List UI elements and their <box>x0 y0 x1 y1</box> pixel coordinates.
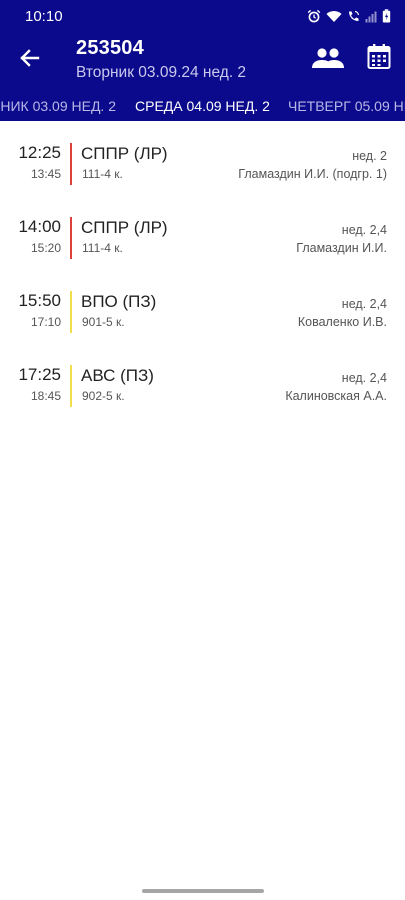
lesson-item[interactable]: 12:25 13:45 СППР (ЛР) 111-4 к. нед. 2 Гл… <box>0 143 405 189</box>
app-bar: 10:10 253504 Вторник 03.09.24 нед. 2 НИК… <box>0 0 405 121</box>
lesson-item[interactable]: 17:25 18:45 АВС (ПЗ) 902-5 к. нед. 2,4 К… <box>0 365 405 411</box>
status-bar: 10:10 <box>0 0 405 32</box>
lesson-start-time: 15:50 <box>18 291 61 310</box>
group-button[interactable] <box>310 44 346 72</box>
battery-icon <box>382 9 391 23</box>
day-tabs: НИК 03.09 НЕД. 2 СРЕДА 04.09 НЕД. 2 ЧЕТВ… <box>0 92 405 121</box>
lesson-start-time: 12:25 <box>18 143 61 162</box>
lesson-type-bar <box>70 291 72 333</box>
page-title: 253504 <box>76 37 144 59</box>
arrow-back-icon <box>20 49 40 67</box>
lesson-weeks: нед. 2,4 <box>341 371 387 385</box>
group-icon <box>312 48 344 68</box>
lesson-start-time: 17:25 <box>18 365 61 384</box>
lesson-type-bar <box>70 217 72 259</box>
lesson-subject: СППР (ЛР) <box>81 218 168 237</box>
lesson-room: 901-5 к. <box>82 315 125 329</box>
back-button[interactable] <box>16 44 44 72</box>
lesson-item[interactable]: 15:50 17:10 ВПО (ПЗ) 901-5 к. нед. 2,4 К… <box>0 291 405 337</box>
tab-wednesday[interactable]: СРЕДА 04.09 НЕД. 2 <box>135 98 270 114</box>
lesson-room: 111-4 к. <box>82 167 123 181</box>
lesson-subject: СППР (ЛР) <box>81 144 168 163</box>
status-time: 10:10 <box>25 8 63 25</box>
lesson-weeks: нед. 2,4 <box>341 297 387 311</box>
lesson-subject: АВС (ПЗ) <box>81 366 154 385</box>
lesson-type-bar <box>70 143 72 185</box>
lesson-end-time: 15:20 <box>30 241 61 255</box>
lesson-weeks: нед. 2,4 <box>341 223 387 237</box>
gesture-nav-handle[interactable] <box>142 889 264 893</box>
calendar-button[interactable] <box>366 42 392 72</box>
lesson-teacher: Гламаздин И.И. <box>296 241 387 255</box>
wifi-icon <box>326 10 342 22</box>
signal-icon <box>365 11 377 22</box>
tab-thursday[interactable]: ЧЕТВЕРГ 05.09 НЕ <box>288 98 405 114</box>
alarm-icon <box>307 9 321 23</box>
lesson-room: 111-4 к. <box>82 241 123 255</box>
lesson-teacher: Гламаздин И.И. (подгр. 1) <box>238 167 387 181</box>
lesson-item[interactable]: 14:00 15:20 СППР (ЛР) 111-4 к. нед. 2,4 … <box>0 217 405 263</box>
tab-tuesday[interactable]: НИК 03.09 НЕД. 2 <box>0 98 116 114</box>
lesson-end-time: 18:45 <box>30 389 61 403</box>
lesson-type-bar <box>70 365 72 407</box>
status-icons <box>307 9 391 23</box>
lesson-teacher: Коваленко И.В. <box>297 315 387 329</box>
lesson-weeks: нед. 2 <box>352 149 387 163</box>
lesson-teacher: Калиновская А.А. <box>285 389 387 403</box>
lesson-subject: ВПО (ПЗ) <box>81 292 157 311</box>
lesson-end-time: 17:10 <box>30 315 61 329</box>
lesson-start-time: 14:00 <box>18 217 61 236</box>
wifi-calling-icon <box>349 10 360 21</box>
lesson-room: 902-5 к. <box>82 389 125 403</box>
lesson-end-time: 13:45 <box>30 167 61 181</box>
calendar-icon <box>367 44 391 69</box>
page-subtitle: Вторник 03.09.24 нед. 2 <box>76 64 247 81</box>
